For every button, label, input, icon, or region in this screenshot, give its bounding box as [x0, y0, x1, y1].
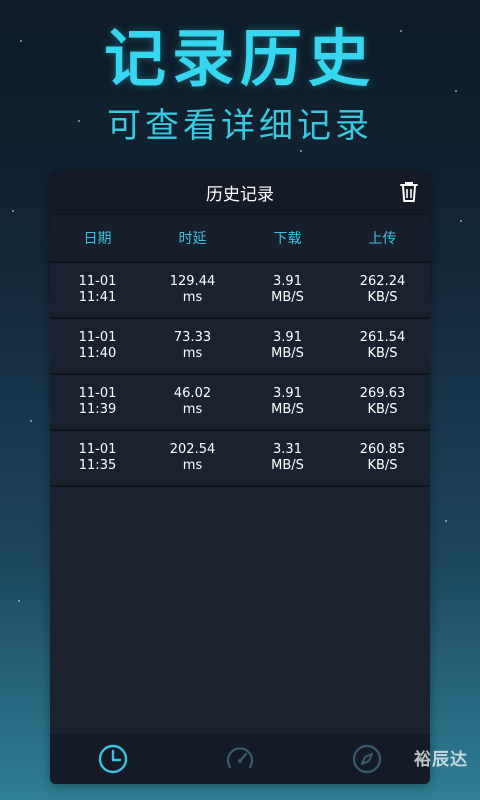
column-header-date: 日期 — [83, 231, 112, 247]
download-unit: MB/S — [271, 458, 304, 473]
compass-icon — [352, 744, 381, 774]
column-header-upload: 上传 — [368, 231, 397, 247]
download-cell: 3.91 MB/S — [240, 386, 335, 418]
download-value: 3.31 — [273, 442, 302, 457]
date-cell: 11-01 11:35 — [50, 442, 145, 474]
date-text: 11-01 — [78, 330, 117, 345]
time-text: 11:41 — [78, 290, 117, 305]
upload-unit: KB/S — [367, 402, 398, 417]
upload-value: 262.24 — [359, 274, 406, 289]
tab-history[interactable] — [96, 742, 130, 776]
upload-value: 261.54 — [359, 330, 406, 345]
time-text: 11:39 — [78, 402, 117, 417]
upload-unit: KB/S — [367, 290, 398, 305]
time-text: 11:35 — [78, 458, 117, 473]
date-cell: 11-01 11:40 — [50, 330, 145, 362]
latency-value: 46.02 — [173, 386, 212, 401]
latency-unit: ms — [182, 290, 203, 305]
table-row[interactable]: 11-01 11:35 202.54 ms 3.31 MB/S 260.85 KB/S — [50, 431, 430, 487]
table-row[interactable]: 11-01 11:40 73.33 ms 3.91 MB/S 261.54 KB/S — [50, 319, 430, 375]
latency-cell: 129.44 ms — [145, 274, 240, 306]
date-cell: 11-01 11:41 — [50, 274, 145, 306]
clock-icon — [99, 744, 128, 774]
upload-cell: 262.24 KB/S — [335, 274, 430, 306]
latency-unit: ms — [182, 402, 203, 417]
speedometer-icon — [226, 747, 254, 769]
latency-cell: 202.54 ms — [145, 442, 240, 474]
latency-unit: ms — [182, 458, 203, 473]
download-unit: MB/S — [271, 402, 304, 417]
latency-value: 129.44 — [169, 274, 216, 289]
tab-explore[interactable] — [350, 742, 384, 776]
download-unit: MB/S — [271, 346, 304, 361]
history-panel: 历史记录 日期 时延 下载 上传 11-01 11:41 129.44 ms 3.9… — [50, 170, 430, 784]
upload-value: 269.63 — [359, 386, 406, 401]
download-value: 3.91 — [273, 274, 302, 289]
download-cell: 3.91 MB/S — [240, 330, 335, 362]
date-text: 11-01 — [78, 386, 117, 401]
download-unit: MB/S — [271, 290, 304, 305]
upload-value: 260.85 — [359, 442, 406, 457]
upload-unit: KB/S — [367, 346, 398, 361]
download-cell: 3.91 MB/S — [240, 274, 335, 306]
panel-title: 历史记录 — [206, 184, 274, 205]
table-row[interactable]: 11-01 11:41 129.44 ms 3.91 MB/S 262.24 KB/S — [50, 263, 430, 319]
upload-cell: 269.63 KB/S — [335, 386, 430, 418]
hero-subtitle: 可查看详细记录 — [107, 106, 373, 146]
watermark: 裕辰达 — [414, 750, 468, 770]
download-value: 3.91 — [273, 386, 302, 401]
download-value: 3.91 — [273, 330, 302, 345]
download-cell: 3.31 MB/S — [240, 442, 335, 474]
latency-cell: 73.33 ms — [145, 330, 240, 362]
column-header-latency: 时延 — [178, 231, 207, 247]
table-row[interactable]: 11-01 11:39 46.02 ms 3.91 MB/S 269.63 KB/S — [50, 375, 430, 431]
hero-title: 记录历史 — [103, 22, 376, 95]
latency-value: 202.54 — [169, 442, 216, 457]
trash-icon[interactable] — [398, 180, 420, 204]
date-cell: 11-01 11:39 — [50, 386, 145, 418]
upload-cell: 260.85 KB/S — [335, 442, 430, 474]
time-text: 11:40 — [78, 346, 117, 361]
date-text: 11-01 — [78, 274, 117, 289]
upload-cell: 261.54 KB/S — [335, 330, 430, 362]
panel-header: 历史记录 — [50, 170, 430, 214]
upload-unit: KB/S — [367, 458, 398, 473]
latency-cell: 46.02 ms — [145, 386, 240, 418]
latency-unit: ms — [182, 346, 203, 361]
date-text: 11-01 — [78, 442, 117, 457]
latency-value: 73.33 — [173, 330, 212, 345]
bottom-tab-bar — [50, 734, 430, 784]
tab-speedtest[interactable] — [223, 742, 257, 776]
table-header: 日期 时延 下载 上传 — [50, 214, 430, 263]
column-header-download: 下载 — [273, 231, 302, 247]
